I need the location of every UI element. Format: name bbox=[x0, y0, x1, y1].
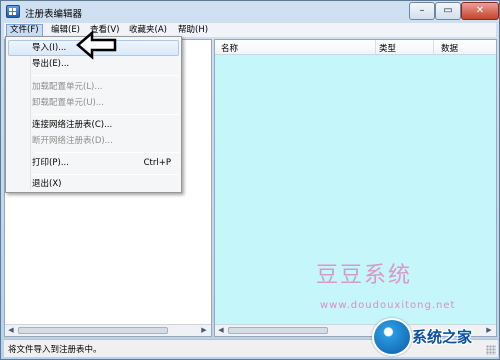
menu-item-label: 断开网络注册表(D)... bbox=[32, 136, 113, 146]
pointer-arrow-icon bbox=[76, 30, 117, 60]
tree-horizontal-scrollbar[interactable]: ◀ ▶ bbox=[5, 324, 211, 336]
menu-item-load-hive: 加载配置单元(L)... bbox=[8, 79, 179, 95]
value-list-pane[interactable]: 名称 类型 数据 ◀ ▶ bbox=[214, 39, 497, 337]
menu-item-label: 连接网络注册表(C)... bbox=[32, 120, 113, 130]
menu-item-label: 导出(E)... bbox=[32, 59, 70, 69]
minimize-button[interactable]: – bbox=[409, 2, 435, 20]
menu-item-label: 卸载配置单元(U)... bbox=[32, 98, 104, 108]
menu-item-print[interactable]: 打印(P)... Ctrl+P bbox=[8, 155, 179, 171]
title-bar: 注册表编辑器 – ▭ ✕ bbox=[1, 1, 499, 23]
menu-separator bbox=[33, 152, 179, 153]
close-button[interactable]: ✕ bbox=[461, 2, 499, 20]
menu-item-unload-hive: 卸载配置单元(U)... bbox=[8, 95, 179, 111]
menu-item-exit[interactable]: 退出(X) bbox=[8, 176, 179, 192]
status-text: 将文件导入到注册表中。 bbox=[8, 345, 102, 355]
watermark-text: 豆豆系统 bbox=[316, 263, 413, 288]
menu-item-disconnect-network-registry: 断开网络注册表(D)... bbox=[8, 133, 179, 149]
scroll-left-icon[interactable]: ◀ bbox=[5, 325, 17, 336]
menu-separator bbox=[33, 114, 179, 115]
list-header: 名称 类型 数据 bbox=[215, 40, 496, 55]
menu-item-label: 退出(X) bbox=[32, 179, 62, 189]
maximize-button[interactable]: ▭ bbox=[435, 2, 461, 20]
site-logo: 系统之家 bbox=[368, 312, 500, 360]
scroll-left-icon[interactable]: ◀ bbox=[215, 325, 227, 336]
scroll-thumb[interactable] bbox=[18, 327, 168, 334]
menu-item-connect-network-registry[interactable]: 连接网络注册表(C)... bbox=[8, 117, 179, 133]
watermark-url: www.doudouxitong.net bbox=[320, 300, 456, 311]
menu-item-label: 加载配置单元(L)... bbox=[32, 82, 103, 92]
menu-item-shortcut: Ctrl+P bbox=[143, 158, 171, 168]
column-divider[interactable] bbox=[375, 40, 376, 55]
menu-separator bbox=[33, 174, 179, 175]
scroll-thumb[interactable] bbox=[228, 327, 328, 334]
scroll-right-icon[interactable]: ▶ bbox=[198, 325, 210, 336]
logo-badge-icon bbox=[372, 318, 412, 356]
menu-item-label: 导入(I)... bbox=[32, 43, 67, 53]
column-divider[interactable] bbox=[433, 40, 434, 55]
menu-separator bbox=[33, 75, 179, 76]
registry-editor-icon bbox=[6, 5, 20, 18]
column-header-name[interactable]: 名称 bbox=[221, 42, 238, 54]
column-header-data[interactable]: 数据 bbox=[441, 42, 458, 54]
menu-item-label: 打印(P)... bbox=[32, 158, 69, 168]
column-header-type[interactable]: 类型 bbox=[379, 42, 396, 54]
logo-text: 系统之家 bbox=[412, 328, 473, 346]
window-title: 注册表编辑器 bbox=[25, 9, 83, 20]
